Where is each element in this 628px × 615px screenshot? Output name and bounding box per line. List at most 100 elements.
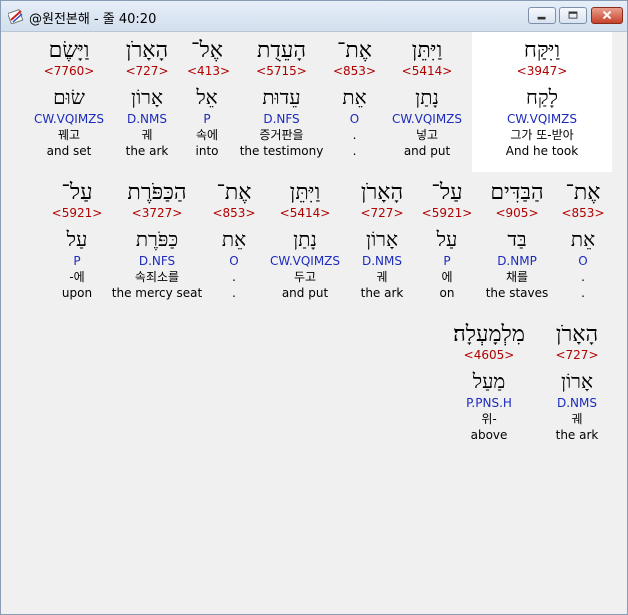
korean-gloss: 궤: [571, 412, 583, 426]
app-window: @원전본해 - 줄 40:20 וַיִּקַּח <3947> לָקַח C…: [0, 0, 628, 615]
strong-number[interactable]: <905>: [481, 206, 553, 221]
strong-number[interactable]: <4605>: [439, 348, 539, 363]
lemma: נָתַן: [415, 85, 439, 109]
word-block[interactable]: וַיִּקַּח <3947> לָקַח CW.VQIMZS 그가 또-받아…: [472, 32, 612, 172]
strong-number[interactable]: <3727>: [111, 206, 203, 221]
hebrew-word: אֶת־: [336, 38, 373, 63]
korean-gloss: 위-: [481, 412, 497, 426]
strong-number[interactable]: <5921>: [51, 206, 103, 221]
strong-number[interactable]: <727>: [350, 206, 414, 221]
morphology: D.NFS: [138, 254, 176, 268]
lemma: שׂוּם: [53, 85, 85, 109]
lemma: נָתַן: [293, 227, 317, 251]
strong-number[interactable]: <853>: [211, 206, 257, 221]
minimize-icon: [537, 16, 546, 20]
korean-gloss: 궤: [376, 270, 388, 284]
maximize-icon: [568, 11, 578, 19]
word-block[interactable]: הַכַּפֹּרֶת <3727> כַּפֹּרֶת D.NFS 속죄소를 …: [111, 180, 203, 301]
hebrew-word: הָאָרֹן: [125, 38, 169, 63]
strong-number[interactable]: <413>: [187, 64, 230, 79]
lemma: אֵת: [342, 85, 367, 109]
strong-number[interactable]: <853>: [332, 64, 377, 79]
morphology: O: [229, 254, 239, 268]
english-gloss: the ark: [125, 144, 169, 158]
word-block[interactable]: הָאָרֹן <727> אָרוֹן D.NMS 궤 the ark: [350, 180, 414, 301]
word-block[interactable]: מִלְמָעְלָה׃ <4605> מַעַל P.PNS.H 위- abo…: [439, 322, 539, 443]
morphology: D.NMS: [361, 254, 402, 268]
word-block[interactable]: אֶת־ <853> אֵת O . .: [332, 38, 377, 159]
strong-number[interactable]: <5414>: [387, 64, 467, 79]
korean-gloss: 속에: [195, 128, 219, 142]
hebrew-word: וַיָּשֶׂם: [48, 38, 90, 63]
maximize-button[interactable]: [559, 7, 587, 24]
hebrew-word: הָאָרֹן: [360, 180, 404, 205]
english-gloss: upon: [61, 286, 93, 300]
word-block[interactable]: עַל־ <5921> עַל P 에 on: [421, 180, 473, 301]
lemma: עַל: [436, 227, 458, 251]
morphology: D.NMS: [556, 396, 597, 410]
strong-number[interactable]: <5921>: [421, 206, 473, 221]
english-gloss: .: [352, 144, 357, 158]
hebrew-word: אֶת־: [565, 180, 601, 205]
morphology: P: [443, 254, 451, 268]
hebrew-word: עַל־: [61, 180, 93, 205]
lemma: לָקַח: [526, 85, 558, 109]
hebrew-word: אֶת־: [216, 180, 252, 205]
hebrew-word: הָאָרֹן: [555, 322, 599, 347]
english-gloss: And he took: [505, 144, 579, 158]
english-gloss: and put: [403, 144, 451, 158]
korean-gloss: .: [581, 270, 585, 284]
korean-gloss: 그가 또-받아: [510, 128, 574, 142]
strong-number[interactable]: <5715>: [239, 64, 324, 79]
word-block[interactable]: אֶל־ <413> אֵל P 속에 into: [187, 38, 230, 159]
morphology: CW.VQIMZS: [391, 112, 463, 126]
english-gloss: the staves: [485, 286, 549, 300]
english-gloss: .: [581, 286, 585, 300]
lemma: כַּפֹּרֶת: [135, 227, 179, 251]
lemma: מַעַל: [472, 369, 506, 393]
word-block[interactable]: וַיִּתֵּן <5414> נָתַן CW.VQIMZS 넣고 and …: [387, 38, 467, 159]
word-block[interactable]: אֶת־ <853> אֵת O . .: [557, 180, 609, 301]
english-gloss: and set: [46, 144, 92, 158]
minimize-button[interactable]: [528, 7, 556, 24]
close-button[interactable]: [591, 7, 623, 24]
korean-gloss: 넣고: [415, 128, 439, 142]
morphology: P.PNS.H: [466, 396, 512, 410]
strong-number[interactable]: <3947>: [472, 64, 612, 79]
strong-number[interactable]: <7760>: [27, 64, 111, 79]
strong-number[interactable]: <5414>: [265, 206, 345, 221]
interlinear-view[interactable]: וַיִּקַּח <3947> לָקַח CW.VQIMZS 그가 또-받아…: [7, 32, 624, 609]
morphology: CW.VQIMZS: [506, 112, 578, 126]
korean-gloss: .: [352, 128, 357, 142]
lemma: בַּד: [507, 227, 527, 251]
korean-gloss: 에: [441, 270, 453, 284]
word-block[interactable]: הַבַּדִּים <905> בַּד D.NMP 채를 the stave…: [481, 180, 553, 301]
hebrew-word: הַכַּפֹּרֶת: [127, 180, 187, 205]
english-gloss: the mercy seat: [111, 286, 203, 300]
lemma: אֵת: [221, 227, 247, 251]
lemma: עֵדוּת: [262, 85, 301, 109]
word-block[interactable]: עַל־ <5921> עַל P -에 upon: [51, 180, 103, 301]
hebrew-word: וַיִּקַּח: [523, 38, 561, 63]
strong-number[interactable]: <727>: [117, 64, 177, 79]
strong-number[interactable]: <853>: [557, 206, 609, 221]
strong-number[interactable]: <727>: [545, 348, 609, 363]
morphology: O: [349, 112, 360, 126]
english-gloss: the ark: [555, 428, 599, 442]
title-bar: @원전본해 - 줄 40:20: [1, 1, 627, 32]
word-block[interactable]: אֶת־ <853> אֵת O . .: [211, 180, 257, 301]
word-block[interactable]: הָעֵדֻת <5715> עֵדוּת D.NFS 증거판을 the tes…: [239, 38, 324, 159]
word-block[interactable]: הָאָרֹן <727> אָרוֹן D.NMS 궤 the ark: [117, 38, 177, 159]
word-block[interactable]: וַיָּשֶׂם <7760> שׂוּם CW.VQIMZS 꿰고 and …: [27, 38, 111, 159]
korean-gloss: 채를: [505, 270, 529, 284]
word-block[interactable]: הָאָרֹן <727> אָרוֹן D.NMS 궤 the ark: [545, 322, 609, 443]
lemma: עַל: [66, 227, 88, 251]
lemma: אֵת: [570, 227, 596, 251]
word-block[interactable]: וַיִּתֵּן <5414> נָתַן CW.VQIMZS 두고 and …: [265, 180, 345, 301]
hebrew-word: הַבַּדִּים: [490, 180, 544, 205]
korean-gloss: -에: [69, 270, 85, 284]
english-gloss: into: [195, 144, 219, 158]
hebrew-word: הָעֵדֻת: [256, 38, 307, 63]
morphology: CW.VQIMZS: [33, 112, 105, 126]
korean-gloss: 궤: [141, 128, 153, 142]
